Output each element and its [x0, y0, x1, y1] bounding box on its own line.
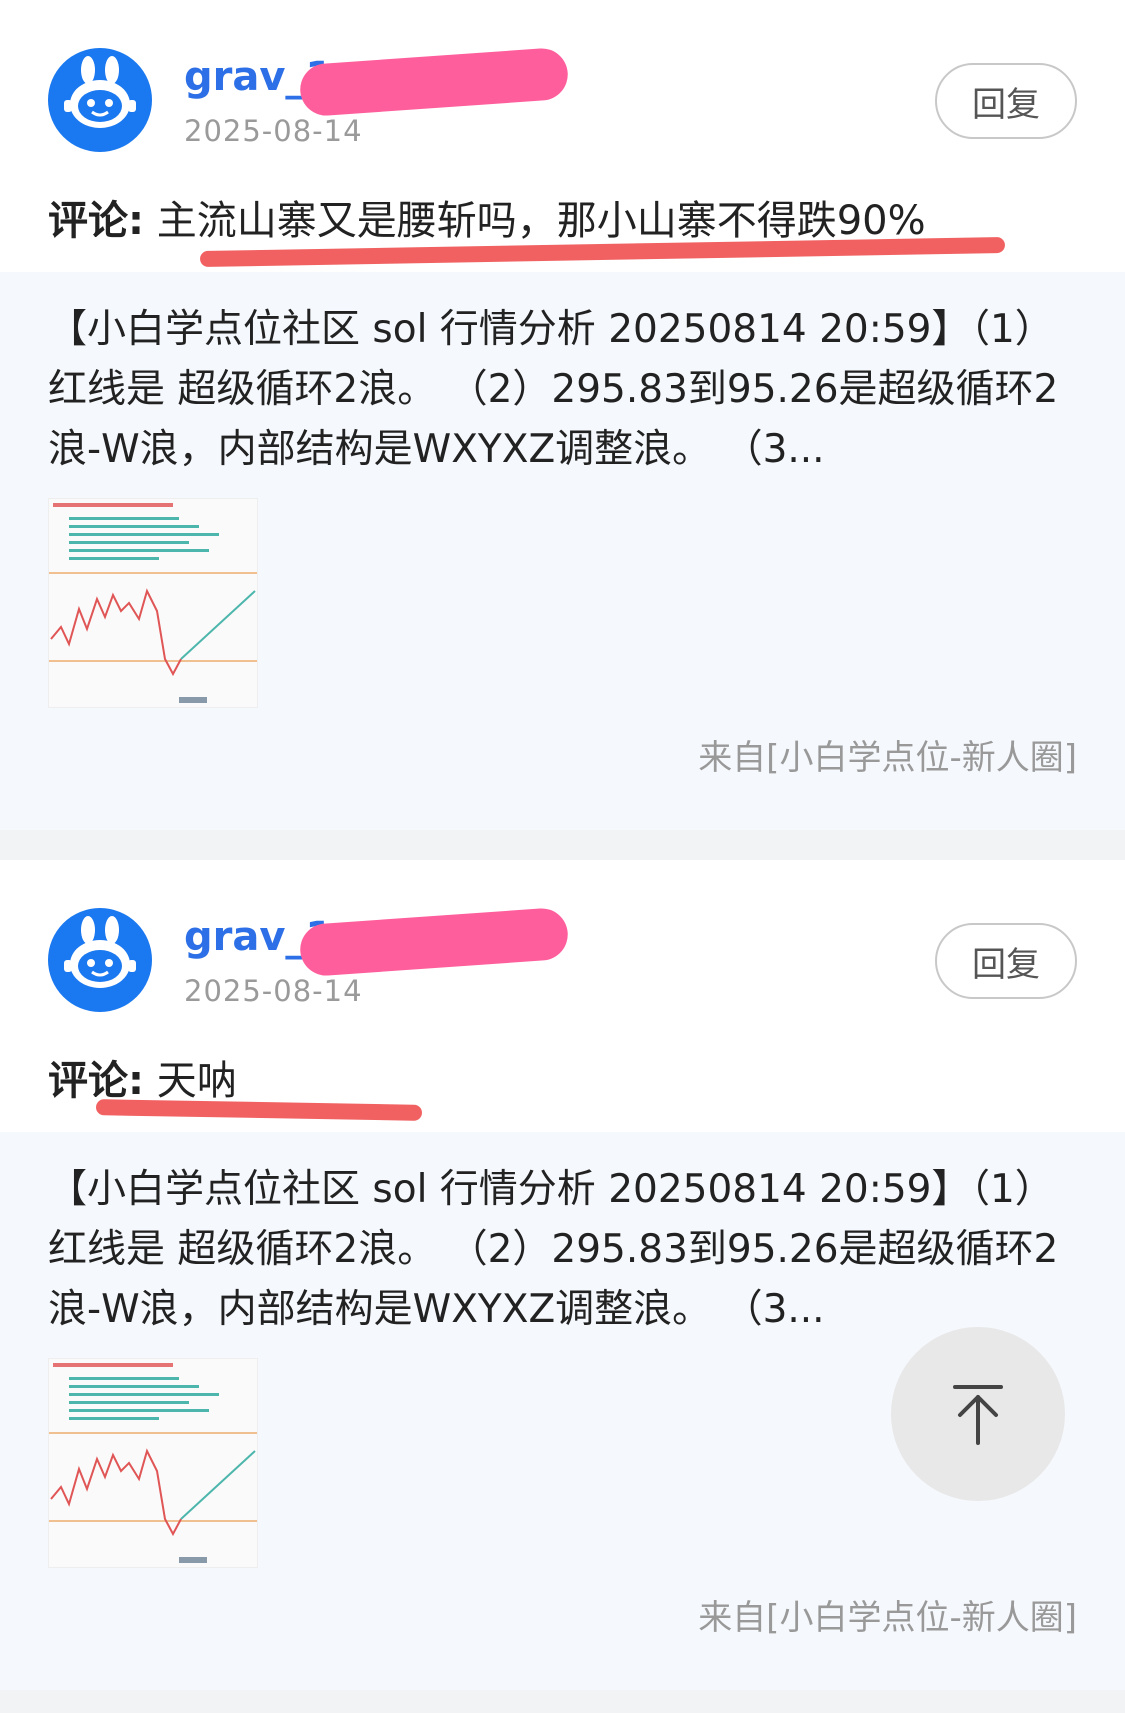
- scroll-to-top-button[interactable]: [891, 1327, 1065, 1501]
- card-separator: [0, 830, 1125, 860]
- reply-button[interactable]: 回复: [935, 923, 1077, 999]
- comment-label: 评论:: [48, 1058, 144, 1104]
- source-label[interactable]: 来自[小白学点位-新人圈]: [698, 1590, 1077, 1639]
- comment-text: 主流山寨又是腰斩吗，那小山寨不得跌90%: [156, 198, 926, 244]
- comment-body: 评论: 天呐: [48, 1048, 237, 1106]
- quoted-post-text: 【小白学点位社区 sol 行情分析 20250814 20:59】（1） 红线是…: [48, 1167, 1059, 1332]
- source-label[interactable]: 来自[小白学点位-新人圈]: [698, 730, 1077, 779]
- chart-thumbnail[interactable]: [48, 1358, 258, 1568]
- arrow-up-to-top-icon: [953, 1385, 1003, 1445]
- chart-thumbnail[interactable]: [48, 498, 258, 708]
- rabbit-robot-icon: [64, 916, 136, 988]
- quoted-post[interactable]: 【小白学点位社区 sol 行情分析 20250814 20:59】（1） 红线是…: [0, 272, 1125, 830]
- quoted-post-text: 【小白学点位社区 sol 行情分析 20250814 20:59】（1） 红线是…: [48, 307, 1059, 472]
- avatar[interactable]: [48, 48, 152, 152]
- comment-card: grav_1 2025-08-14 回复 评论: 主流山寨又是腰斩吗，那小山寨不…: [0, 0, 1125, 830]
- comment-label: 评论:: [48, 198, 144, 244]
- reply-button[interactable]: 回复: [935, 63, 1077, 139]
- redaction-mark: [298, 46, 570, 118]
- comment-date: 2025-08-14: [184, 114, 363, 148]
- comment-date: 2025-08-14: [184, 974, 363, 1008]
- card-separator: [0, 1690, 1125, 1713]
- comment-card: grav_1 2025-08-14 回复 评论: 天呐 【小白学点位社区 sol…: [0, 860, 1125, 1690]
- comment-text: 天呐: [156, 1058, 237, 1104]
- comment-feed: grav_1 2025-08-14 回复 评论: 主流山寨又是腰斩吗，那小山寨不…: [0, 0, 1125, 1713]
- comment-body: 评论: 主流山寨又是腰斩吗，那小山寨不得跌90%: [48, 188, 926, 246]
- avatar[interactable]: [48, 908, 152, 1012]
- redaction-mark: [298, 906, 570, 978]
- rabbit-robot-icon: [64, 56, 136, 128]
- underline-annotation: [95, 1099, 423, 1121]
